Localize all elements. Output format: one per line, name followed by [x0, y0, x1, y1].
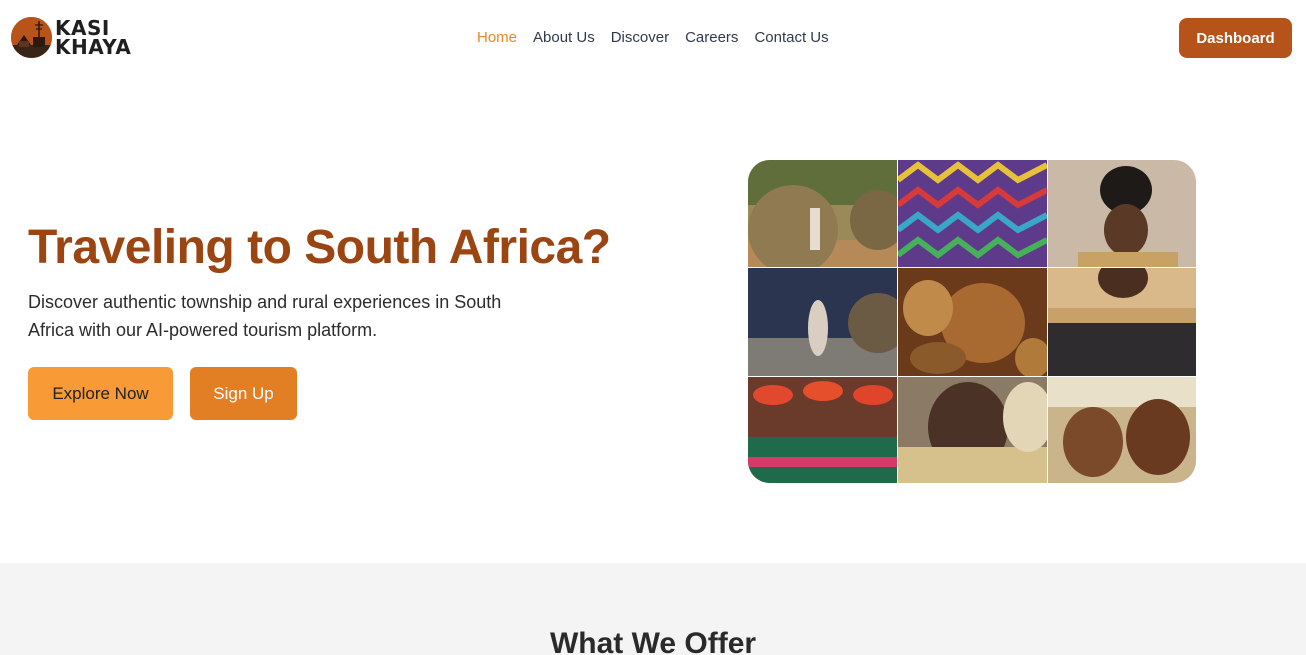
nav-home[interactable]: Home [477, 29, 517, 46]
what-we-offer-section: What We Offer [0, 563, 1306, 655]
hero-subtitle: Discover authentic township and rural ex… [28, 292, 502, 340]
village-logo-icon [11, 17, 52, 58]
beadwork-pattern-photo [898, 160, 1047, 267]
main-nav: Home About Us Discover Careers Contact U… [477, 29, 829, 46]
nav-careers[interactable]: Careers [685, 29, 738, 46]
zulu-women-photo [748, 377, 897, 483]
traditional-dancer-photo [748, 268, 897, 376]
section-title: What We Offer [549, 627, 757, 655]
beehive-hut-photo [748, 160, 897, 267]
nav-contact-us[interactable]: Contact Us [754, 29, 828, 46]
elder-leopard-skin-photo [898, 377, 1047, 483]
dashboard-button[interactable]: Dashboard [1179, 18, 1292, 58]
leopard-shield-photo [1048, 268, 1196, 376]
warriors-procession-photo [1048, 377, 1196, 483]
brand-line-2: KHAYA [55, 34, 132, 59]
brand-wordmark: KASI KHAYA [55, 18, 132, 59]
nav-discover[interactable]: Discover [611, 29, 669, 46]
brand-logo[interactable]: KASI KHAYA [11, 17, 131, 58]
woven-baskets-photo [898, 268, 1047, 376]
nav-about-us[interactable]: About Us [533, 29, 595, 46]
hero-photo-collage [748, 160, 1196, 483]
site-header: KASI KHAYA Home About Us Discover Career… [0, 0, 1306, 76]
sign-up-button[interactable]: Sign Up [190, 367, 297, 420]
zulu-chief-photo [1048, 160, 1196, 267]
hero-title: Traveling to South Africa? [28, 221, 611, 274]
explore-now-button[interactable]: Explore Now [28, 367, 173, 420]
